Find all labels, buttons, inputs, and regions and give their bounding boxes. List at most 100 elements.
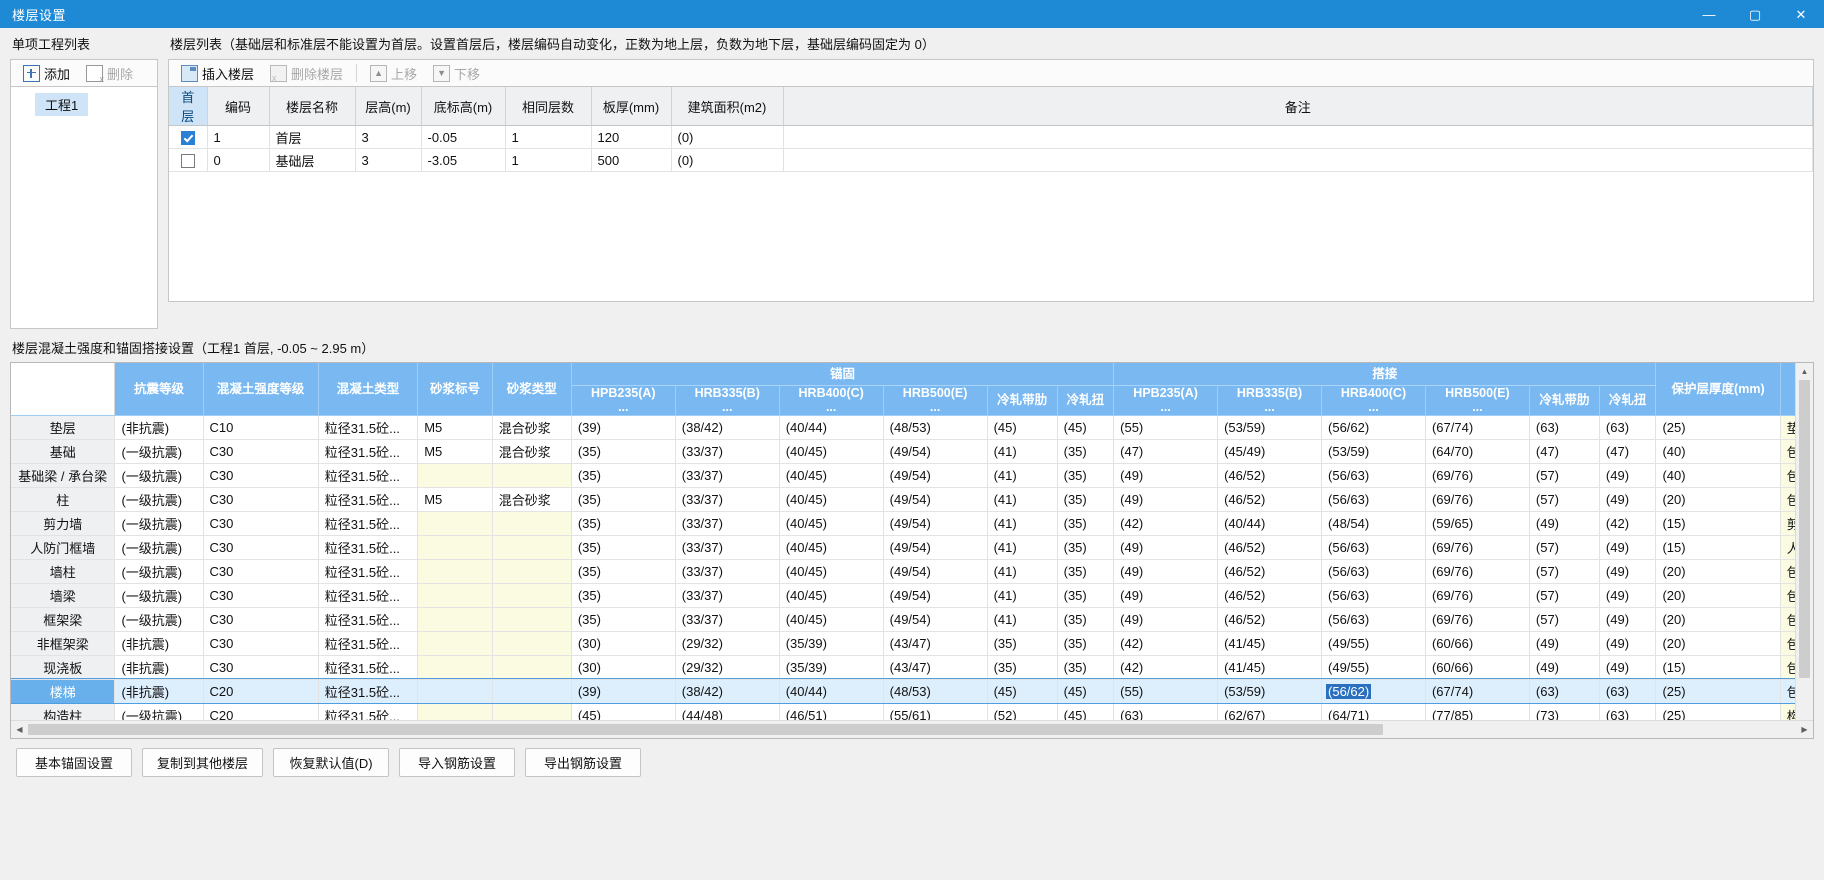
concrete-cell-a_lzdl[interactable]: (35): [987, 631, 1058, 656]
concrete-cell-l_hpb235[interactable]: (55): [1113, 415, 1219, 440]
floor-cell-name[interactable]: 基础层: [269, 148, 356, 172]
concrete-cell-a_hrb500[interactable]: (43/47): [883, 631, 988, 656]
concrete-cell-mortar_ty[interactable]: 混合砂浆: [492, 439, 572, 464]
concrete-cell-l_hrb400[interactable]: (56/62): [1321, 679, 1426, 704]
concrete-cell-seismic[interactable]: (一级抗震): [114, 559, 204, 584]
concrete-cell-a_hrb335[interactable]: (38/42): [675, 679, 780, 704]
footer-button-1[interactable]: 复制到其他楼层: [142, 748, 264, 777]
concrete-cell-seismic[interactable]: (一级抗震): [114, 487, 204, 512]
floor-cell-code[interactable]: 0: [207, 148, 270, 172]
concrete-cell-a_lzn[interactable]: (35): [1057, 583, 1115, 608]
concrete-cell-a_hrb400[interactable]: (40/45): [779, 487, 884, 512]
concrete-cell-l_lzn[interactable]: (49): [1599, 583, 1657, 608]
concrete-cell-cover[interactable]: (20): [1655, 583, 1781, 608]
concrete-cell-l_lzn[interactable]: (49): [1599, 607, 1657, 632]
floor-cell-note[interactable]: [783, 148, 1813, 172]
concrete-cell-l_hrb500[interactable]: (69/76): [1425, 607, 1530, 632]
concrete-cell-a_hrb400[interactable]: (35/39): [779, 631, 884, 656]
concrete-cell-mortar_ty[interactable]: 混合砂浆: [492, 487, 572, 512]
concrete-cell-a_lzn[interactable]: (45): [1057, 679, 1115, 704]
maximize-button[interactable]: ▢: [1732, 0, 1778, 28]
concrete-cell-cover[interactable]: (15): [1655, 535, 1781, 560]
concrete-cell-l_hrb335[interactable]: (46/52): [1217, 559, 1323, 584]
concrete-cell-l_hrb335[interactable]: (62/67): [1217, 703, 1323, 720]
concrete-cell-name[interactable]: 现浇板: [11, 655, 116, 680]
floor-table-row[interactable]: 0 基础层 3 -3.05 1 500 (0): [169, 148, 1813, 172]
concrete-cell-l_hrb400[interactable]: (56/63): [1321, 463, 1426, 488]
floor-cell-slab[interactable]: 120: [591, 125, 672, 149]
concrete-cell-a_hpb235[interactable]: (35): [571, 463, 676, 488]
concrete-cell-name[interactable]: 人防门框墙: [11, 535, 116, 560]
concrete-cell-a_hrb500[interactable]: (48/53): [883, 415, 988, 440]
concrete-cell-l_hpb235[interactable]: (47): [1113, 439, 1219, 464]
concrete-cell-a_hrb335[interactable]: (33/37): [675, 559, 780, 584]
concrete-cell-a_hrb500[interactable]: (49/54): [883, 607, 988, 632]
add-project-button[interactable]: 添加: [15, 61, 78, 86]
concrete-cell-mortar_no[interactable]: [417, 607, 493, 632]
concrete-cell-name[interactable]: 楼梯: [11, 679, 116, 704]
concrete-cell-mortar_no[interactable]: [417, 535, 493, 560]
concrete-cell-cover[interactable]: (20): [1655, 607, 1781, 632]
concrete-cell-a_hrb335[interactable]: (29/32): [675, 655, 780, 680]
close-button[interactable]: ✕: [1778, 0, 1824, 28]
concrete-table-row[interactable]: 墙柱 (一级抗震) C30 粒径31.5砼... (35) (33/37) (40/45)(…: [11, 559, 1813, 584]
concrete-cell-l_hrb500[interactable]: (59/65): [1425, 511, 1530, 536]
concrete-col-cover[interactable]: 保护层厚度(mm): [1655, 363, 1781, 416]
horizontal-scroll-thumb[interactable]: [28, 724, 1383, 735]
floor-col-2[interactable]: 楼层名称: [269, 87, 356, 126]
concrete-cell-a_hrb400[interactable]: (40/44): [779, 679, 884, 704]
concrete-cell-grade[interactable]: C30: [203, 559, 319, 584]
concrete-cell-grade[interactable]: C10: [203, 415, 319, 440]
concrete-cell-cover[interactable]: (20): [1655, 487, 1781, 512]
floor-firstfloor-checkbox-cell[interactable]: [169, 148, 208, 172]
concrete-cell-name[interactable]: 垫层: [11, 415, 116, 440]
floor-cell-base[interactable]: -3.05: [421, 148, 506, 172]
concrete-cell-seismic[interactable]: (一级抗震): [114, 583, 204, 608]
concrete-cell-l_hpb235[interactable]: (49): [1113, 559, 1219, 584]
floor-col-4[interactable]: 底标高(m): [421, 87, 506, 126]
concrete-cell-a_hpb235[interactable]: (45): [571, 703, 676, 720]
floor-cell-base[interactable]: -0.05: [421, 125, 506, 149]
concrete-col-l_lzdl[interactable]: 冷轧带肋: [1529, 385, 1600, 416]
concrete-cell-a_lzn[interactable]: (35): [1057, 439, 1115, 464]
concrete-cell-l_hrb400[interactable]: (56/63): [1321, 559, 1426, 584]
floor-col-1[interactable]: 编码: [207, 87, 270, 126]
concrete-cell-l_hrb500[interactable]: (67/74): [1425, 415, 1530, 440]
concrete-cell-mortar_ty[interactable]: [492, 655, 572, 680]
concrete-cell-l_hrb335[interactable]: (41/45): [1217, 655, 1323, 680]
concrete-cell-type[interactable]: 粒径31.5砼...: [318, 415, 419, 440]
concrete-cell-a_hrb400[interactable]: (40/45): [779, 439, 884, 464]
insert-floor-button[interactable]: 插入楼层: [173, 61, 262, 86]
concrete-cell-a_hrb335[interactable]: (38/42): [675, 415, 780, 440]
concrete-cell-type[interactable]: 粒径31.5砼...: [318, 607, 419, 632]
concrete-cell-mortar_no[interactable]: [417, 583, 493, 608]
concrete-cell-a_lzdl[interactable]: (41): [987, 511, 1058, 536]
concrete-cell-cover[interactable]: (15): [1655, 655, 1781, 680]
concrete-cell-l_hrb335[interactable]: (40/44): [1217, 511, 1323, 536]
concrete-cell-a_hrb400[interactable]: (40/45): [779, 583, 884, 608]
floor-col-8[interactable]: 备注: [783, 87, 1813, 126]
concrete-cell-a_lzdl[interactable]: (41): [987, 439, 1058, 464]
concrete-cell-l_hrb400[interactable]: (49/55): [1321, 655, 1426, 680]
concrete-col-a_hpb235[interactable]: HPB235(A)...: [571, 385, 676, 416]
concrete-cell-l_hpb235[interactable]: (42): [1113, 631, 1219, 656]
concrete-cell-type[interactable]: 粒径31.5砼...: [318, 439, 419, 464]
concrete-cell-l_hrb400[interactable]: (64/71): [1321, 703, 1426, 720]
concrete-cell-a_hrb500[interactable]: (49/54): [883, 439, 988, 464]
concrete-cell-seismic[interactable]: (非抗震): [114, 679, 204, 704]
concrete-col-a_hrb400[interactable]: HRB400(C)...: [779, 385, 884, 416]
concrete-cell-mortar_ty[interactable]: [492, 631, 572, 656]
concrete-cell-l_lzdl[interactable]: (63): [1529, 679, 1600, 704]
concrete-cell-a_hrb400[interactable]: (40/45): [779, 559, 884, 584]
concrete-cell-mortar_no[interactable]: [417, 631, 493, 656]
concrete-cell-l_hrb500[interactable]: (69/76): [1425, 583, 1530, 608]
concrete-table-row[interactable]: 人防门框墙 (一级抗震) C30 粒径31.5砼... (35) (33/37) (40/4…: [11, 535, 1813, 560]
concrete-cell-a_lzdl[interactable]: (45): [987, 679, 1058, 704]
concrete-cell-grade[interactable]: C20: [203, 679, 319, 704]
concrete-cell-l_hrb500[interactable]: (60/66): [1425, 631, 1530, 656]
concrete-cell-name[interactable]: 墙柱: [11, 559, 116, 584]
concrete-cell-l_hpb235[interactable]: (49): [1113, 463, 1219, 488]
concrete-cell-mortar_ty[interactable]: [492, 535, 572, 560]
concrete-cell-seismic[interactable]: (一级抗震): [114, 511, 204, 536]
concrete-cell-name[interactable]: 基础梁 / 承台梁: [11, 463, 116, 488]
